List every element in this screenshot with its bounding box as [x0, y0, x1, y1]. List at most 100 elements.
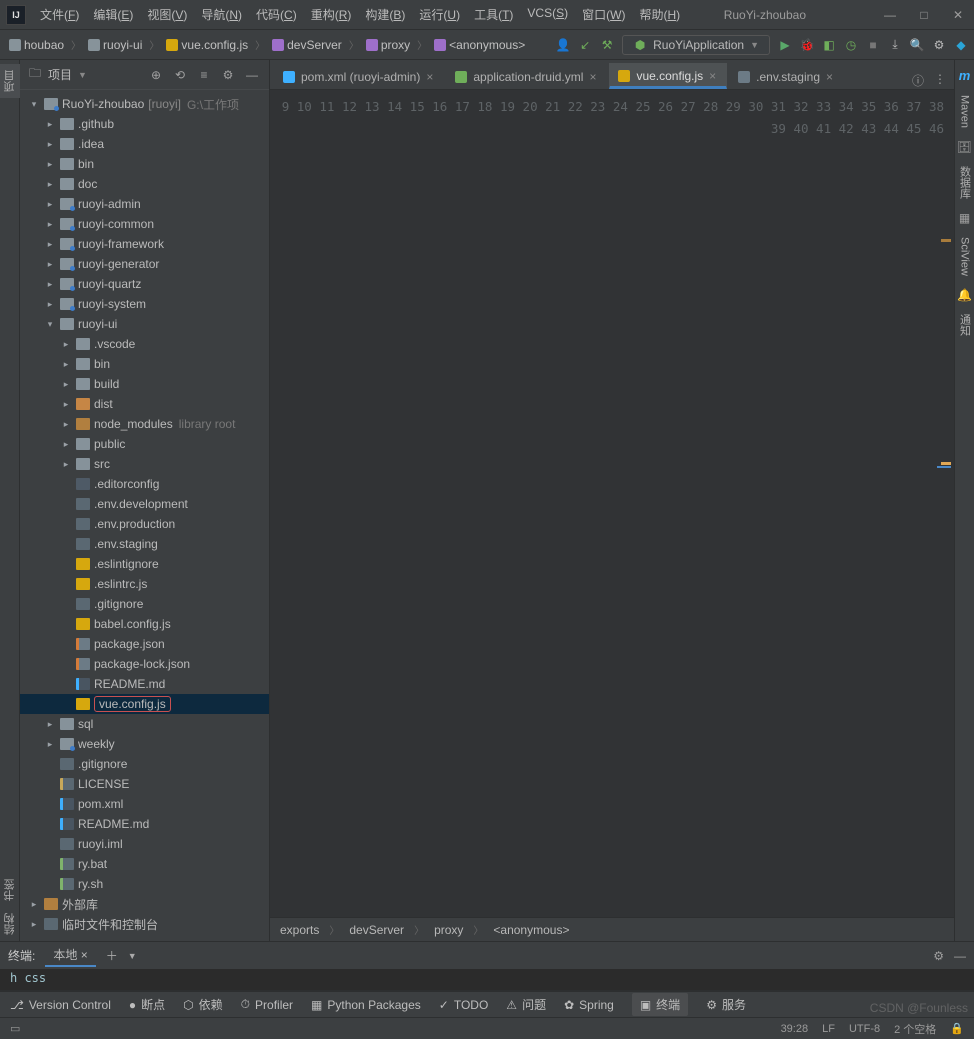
tree-node[interactable]: ▸外部库 — [20, 894, 269, 914]
tree-node[interactable]: ▸ruoyi-common — [20, 214, 269, 234]
menu-item[interactable]: 窗口(W) — [576, 3, 631, 26]
close-button[interactable]: ✕ — [948, 5, 968, 25]
expand-icon[interactable] — [44, 878, 56, 890]
maximize-button[interactable]: □ — [914, 5, 934, 25]
expand-icon[interactable]: ▸ — [44, 278, 56, 290]
terminal-dropdown[interactable]: ▼ — [128, 951, 137, 961]
user-icon[interactable]: 👤 — [556, 38, 570, 52]
expand-icon[interactable]: ▸ — [44, 238, 56, 250]
tree-node[interactable]: package-lock.json — [20, 654, 269, 674]
tool-tab[interactable]: ▣终端 — [632, 993, 688, 1016]
expand-icon[interactable]: ▸ — [60, 338, 72, 350]
expand-icon[interactable] — [60, 538, 72, 550]
expand-icon[interactable] — [44, 758, 56, 770]
menu-item[interactable]: 导航(N) — [195, 3, 248, 26]
expand-icon[interactable]: ▸ — [60, 398, 72, 410]
close-icon[interactable]: × — [709, 69, 716, 83]
menu-item[interactable]: 构建(B) — [359, 3, 411, 26]
breadcrumb-item[interactable]: ruoyi-ui — [85, 36, 145, 54]
close-icon[interactable]: × — [81, 948, 88, 962]
menu-item[interactable]: 重构(R) — [305, 3, 358, 26]
tool-tab[interactable]: ✿Spring — [564, 998, 614, 1012]
sync-icon[interactable]: ↙ — [578, 38, 592, 52]
menu-item[interactable]: 运行(U) — [413, 3, 466, 26]
expand-icon[interactable]: ▸ — [44, 198, 56, 210]
database-icon[interactable]: 🗄 — [957, 140, 972, 154]
tree-node[interactable]: LICENSE — [20, 774, 269, 794]
expand-icon[interactable]: ▸ — [60, 458, 72, 470]
expand-icon[interactable]: ▸ — [44, 138, 56, 150]
tree-node[interactable]: .eslintignore — [20, 554, 269, 574]
expand-icon[interactable] — [44, 798, 56, 810]
breadcrumb-item[interactable]: vue.config.js — [163, 36, 251, 54]
tree-node[interactable]: ▸weekly — [20, 734, 269, 754]
tree-node[interactable]: ▸ruoyi-framework — [20, 234, 269, 254]
expand-icon[interactable]: ▸ — [44, 718, 56, 730]
coverage-button[interactable]: ◧ — [822, 38, 836, 52]
expand-icon[interactable]: ▸ — [44, 258, 56, 270]
tree-node[interactable]: .env.staging — [20, 534, 269, 554]
tree-node[interactable]: ▸public — [20, 434, 269, 454]
error-stripe[interactable] — [942, 90, 954, 917]
expand-icon[interactable]: ▸ — [44, 178, 56, 190]
expand-icon[interactable] — [60, 558, 72, 570]
code-editor[interactable]: 9 10 11 12 13 14 15 16 17 18 19 20 21 22… — [270, 90, 954, 917]
tree-node[interactable]: ry.sh — [20, 874, 269, 894]
terminal-tab[interactable]: 本地 × — [45, 944, 95, 967]
hide-icon[interactable]: — — [954, 949, 966, 963]
tree-node[interactable]: package.json — [20, 634, 269, 654]
sciview-icon[interactable]: ▦ — [959, 211, 970, 225]
tree-node[interactable]: .env.production — [20, 514, 269, 534]
line-separator[interactable]: LF — [822, 1023, 835, 1035]
tree-node[interactable]: ▸build — [20, 374, 269, 394]
add-terminal-button[interactable]: ＋ — [106, 947, 118, 964]
tree-node[interactable]: ▸bin — [20, 354, 269, 374]
hammer-icon[interactable]: ⚒ — [600, 38, 614, 52]
tree-node[interactable]: .gitignore — [20, 594, 269, 614]
tree-node[interactable]: ▸bin — [20, 154, 269, 174]
rail-database[interactable]: 数据库 — [957, 166, 973, 199]
expand-icon[interactable] — [60, 578, 72, 590]
hide-icon[interactable]: — — [243, 66, 261, 84]
breadcrumb-item[interactable]: exports — [280, 923, 319, 937]
breadcrumb-item[interactable]: houbao — [6, 36, 67, 54]
terminal-body[interactable]: h css — [0, 969, 974, 991]
tree-node[interactable]: ▸临时文件和控制台 — [20, 914, 269, 934]
tree-node[interactable]: ▸ruoyi-system — [20, 294, 269, 314]
tree-node[interactable]: ruoyi.iml — [20, 834, 269, 854]
expand-icon[interactable]: ▸ — [60, 358, 72, 370]
tree-node[interactable]: README.md — [20, 814, 269, 834]
tree-node[interactable]: ▾RuoYi-zhoubao[ruoyi]G:\工作项 — [20, 94, 269, 114]
expand-icon[interactable] — [60, 598, 72, 610]
tool-tab[interactable]: ⬡依赖 — [183, 996, 223, 1013]
tree-node[interactable]: .eslintrc.js — [20, 574, 269, 594]
chevron-down-icon[interactable]: ▼ — [78, 70, 87, 80]
project-tree[interactable]: ▾RuoYi-zhoubao[ruoyi]G:\工作项▸.github▸.ide… — [20, 90, 269, 941]
expand-icon[interactable]: ▸ — [60, 378, 72, 390]
caret-position[interactable]: 39:28 — [781, 1023, 809, 1035]
expand-icon[interactable]: ▸ — [28, 918, 40, 930]
close-icon[interactable]: × — [426, 70, 433, 84]
tree-node[interactable]: README.md — [20, 674, 269, 694]
menu-item[interactable]: 工具(T) — [468, 3, 519, 26]
maven-icon[interactable]: m — [959, 68, 971, 83]
target-icon[interactable]: ⊕ — [147, 66, 165, 84]
tree-node[interactable]: ry.bat — [20, 854, 269, 874]
indent[interactable]: 2 个空格 — [894, 1021, 936, 1037]
close-icon[interactable]: × — [589, 70, 596, 84]
info-icon[interactable]: ⓘ — [912, 72, 924, 89]
menu-item[interactable]: 帮助(H) — [633, 3, 686, 26]
expand-icon[interactable] — [44, 778, 56, 790]
tree-node[interactable]: ▸.vscode — [20, 334, 269, 354]
git-update-icon[interactable]: ⤓ — [888, 38, 902, 52]
menu-item[interactable]: 代码(C) — [250, 3, 303, 26]
minimize-button[interactable]: — — [880, 5, 900, 25]
tree-node[interactable]: ▸.github — [20, 114, 269, 134]
expand-icon[interactable]: ▾ — [28, 98, 40, 110]
tree-node[interactable]: ▸ruoyi-quartz — [20, 274, 269, 294]
readonly-icon[interactable]: 🔒 — [950, 1022, 964, 1035]
expand-icon[interactable] — [44, 818, 56, 830]
rail-structure[interactable]: 结构 — [0, 907, 20, 941]
tool-tab[interactable]: ⎇Version Control — [10, 998, 111, 1012]
expand-icon[interactable] — [60, 678, 72, 690]
